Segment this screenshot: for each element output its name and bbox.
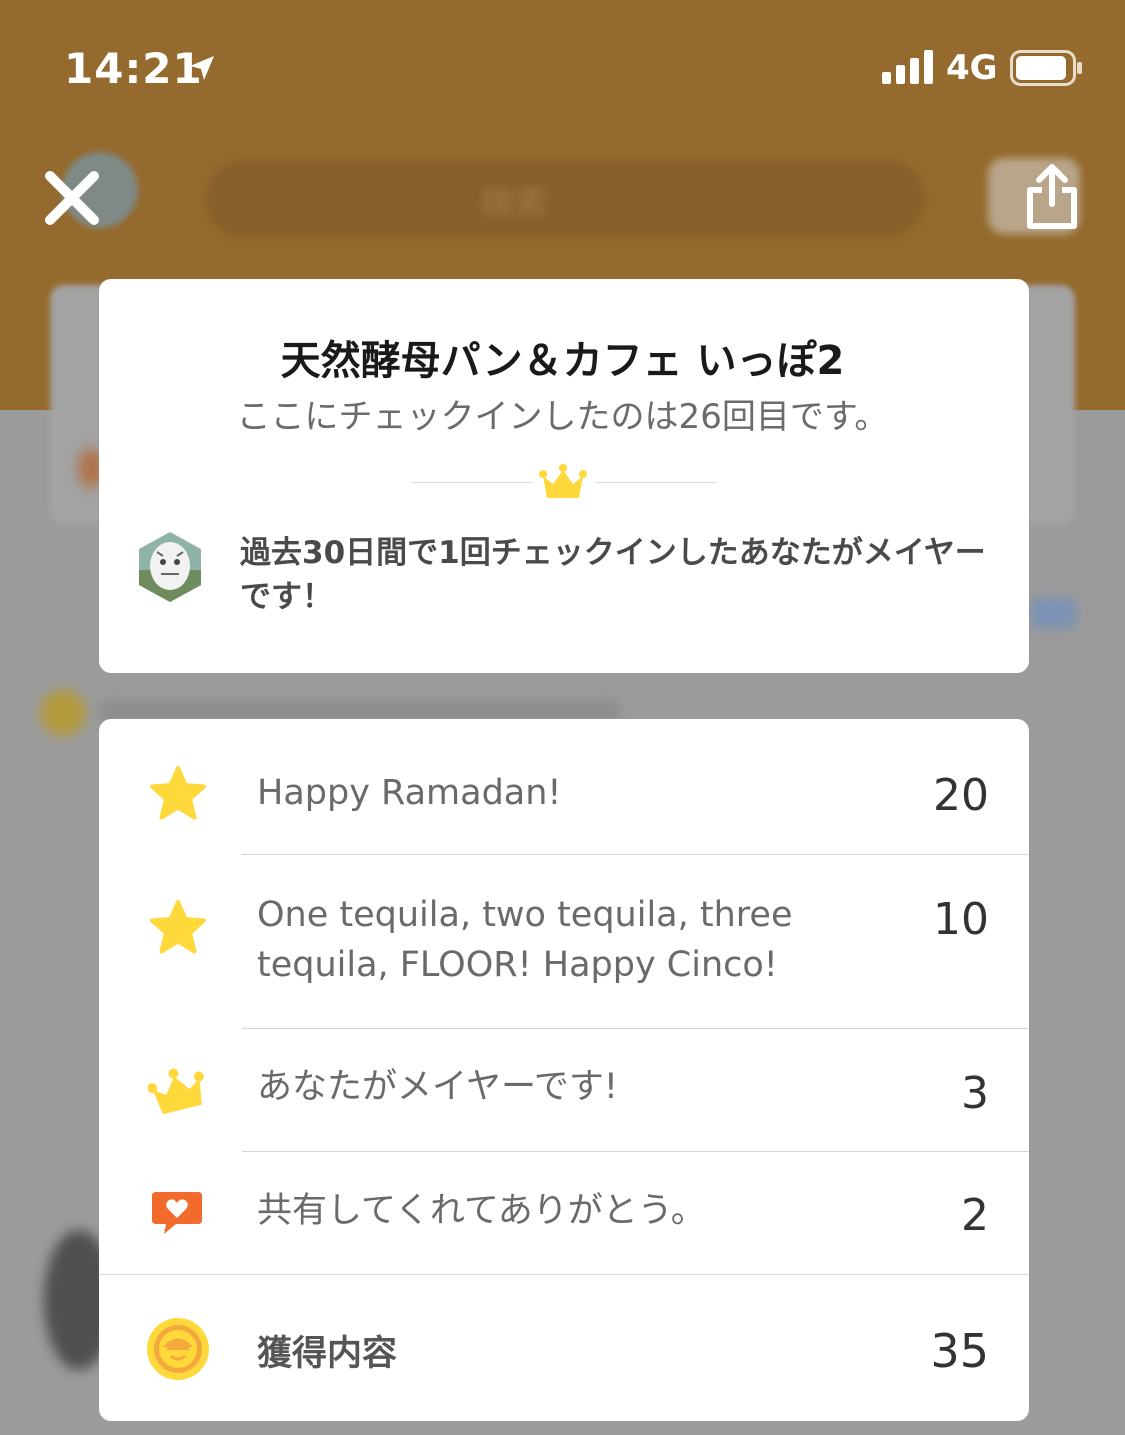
divider	[595, 482, 717, 483]
venue-name: 天然酵母パン＆カフェ いっぽ2	[280, 338, 845, 384]
star-icon	[150, 766, 206, 820]
reward-points: 2	[961, 1190, 989, 1241]
status-time: 14:21	[64, 44, 203, 93]
total-points: 35	[930, 1324, 989, 1378]
mayor-message: 過去30日間で1回チェックインしたあなたがメイヤーです！	[240, 535, 986, 615]
row-separator	[242, 1028, 1029, 1029]
background-icon	[40, 690, 86, 736]
checkin-count-message: ここにチェックインしたのは26回目です。	[236, 397, 889, 437]
share-icon[interactable]	[1026, 164, 1078, 230]
total-label: 獲得内容	[257, 1334, 398, 1374]
reward-points: 20	[933, 770, 989, 821]
close-icon[interactable]	[42, 168, 102, 228]
mayor-avatar[interactable]	[133, 530, 207, 604]
divider	[411, 482, 533, 483]
star-icon	[150, 900, 206, 954]
crown-icon	[148, 1068, 204, 1115]
background-search-placeholder: 検索	[480, 184, 548, 224]
row-separator	[242, 854, 1029, 855]
row-separator	[242, 1151, 1029, 1152]
reward-points: 3	[961, 1068, 989, 1119]
total-separator	[99, 1274, 1029, 1275]
signal-strength-icon	[882, 50, 933, 84]
reward-label: Happy Ramadan!	[257, 773, 562, 813]
battery-icon	[1010, 50, 1082, 86]
reward-label: あなたがメイヤーです!	[257, 1067, 618, 1107]
heart-speech-bubble-icon	[152, 1192, 202, 1234]
reward-label: 共有してくれてありがとう。	[257, 1191, 706, 1231]
background-search-bar	[205, 160, 925, 238]
background-badge	[1030, 598, 1076, 628]
reward-points: 10	[933, 894, 989, 945]
network-type: 4G	[946, 48, 998, 88]
location-arrow-icon	[190, 56, 214, 80]
crown-icon	[539, 464, 587, 498]
coin-icon	[147, 1318, 209, 1380]
reward-label: One tequila, two tequila, three tequila,…	[257, 895, 793, 985]
